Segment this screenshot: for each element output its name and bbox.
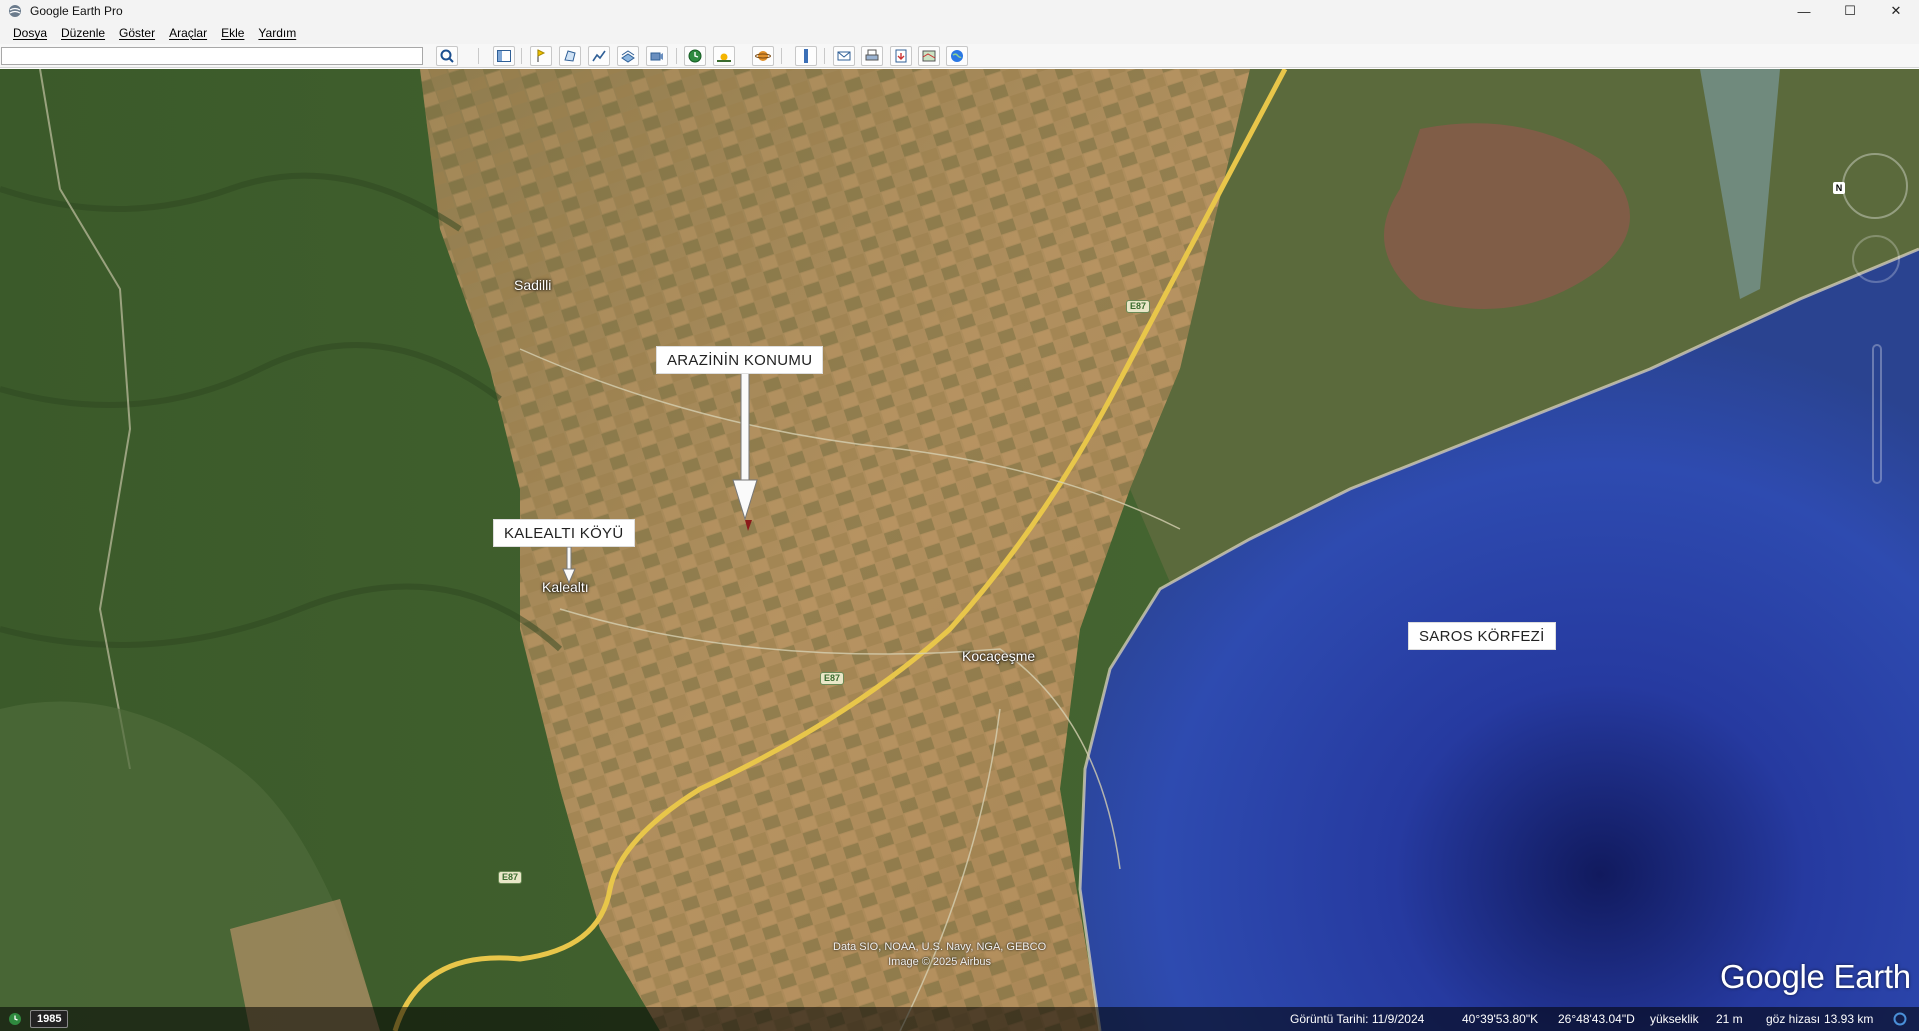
path-icon [592, 50, 606, 62]
map-viewport[interactable]: ARAZİNİN KONUMU KALEALTI KÖYÜ SAROS KÖRF… [0, 69, 1919, 1031]
elevation-value: 21 m [1716, 1012, 1743, 1026]
sunlight-icon [717, 53, 731, 62]
add-path-button[interactable] [588, 46, 610, 66]
status-bar: 1985 Görüntü Tarihi: 11/9/2024 40°39'53.… [0, 1007, 1919, 1031]
menu-edit[interactable]: Düzenle [54, 22, 112, 44]
historical-imagery-icon[interactable] [8, 1012, 22, 1026]
save-image-button[interactable] [890, 46, 912, 66]
credits-line-image: Image © 2025 Airbus [888, 956, 991, 968]
earth-gallery-icon [951, 50, 963, 62]
earth-gallery-button[interactable] [946, 46, 968, 66]
window-title: Google Earth Pro [30, 4, 123, 18]
toolbar-separator [676, 48, 677, 64]
longitude-readout: 26°48'43.04"D [1558, 1012, 1635, 1026]
maximize-button[interactable]: ☐ [1827, 0, 1873, 22]
polygon-icon [564, 50, 576, 62]
add-polygon-button[interactable] [559, 46, 581, 66]
menu-tools[interactable]: Araçlar [162, 22, 214, 44]
menu-help[interactable]: Yardım [251, 22, 303, 44]
place-kocacesme[interactable]: Kocaçeşme [962, 648, 1035, 664]
save-image-icon [895, 49, 907, 63]
satellite-imagery [0, 69, 1919, 1031]
compass-north-icon[interactable]: N [1833, 182, 1845, 194]
menu-bar: Dosya Düzenle Göster Araçlar Ekle Yardım [0, 22, 1919, 44]
eye-altitude-value: 13.93 km [1824, 1012, 1874, 1026]
window-controls: — ☐ ✕ [1781, 0, 1919, 22]
email-icon [837, 51, 851, 61]
google-earth-logo: Google Earth [1720, 958, 1911, 995]
minimize-button[interactable]: — [1781, 0, 1827, 22]
toolbar-separator [781, 48, 782, 64]
historical-imagery-icon [688, 49, 702, 63]
elevation-label: yükseklik [1650, 1012, 1699, 1026]
latitude-readout: 40°39'53.80"K [1462, 1012, 1539, 1026]
sidebar-toggle-icon [497, 50, 511, 62]
placemark-icon [537, 49, 546, 62]
label-land-location[interactable]: ARAZİNİN KONUMU [656, 346, 824, 374]
title-bar: Google Earth Pro — ☐ ✕ [0, 0, 1919, 22]
planets-icon [755, 51, 771, 61]
planets-button[interactable] [752, 46, 774, 66]
menu-file[interactable]: Dosya [6, 22, 54, 44]
move-joystick[interactable] [1852, 235, 1900, 283]
zoom-slider[interactable] [1872, 344, 1882, 484]
sidebar-toggle-button[interactable] [493, 46, 515, 66]
historical-year-badge[interactable]: 1985 [30, 1010, 69, 1028]
imagery-credits: Data SIO, NOAA, U.S. Navy, NGA, GEBCO Im… [833, 940, 1046, 970]
place-kalealti[interactable]: Kalealtı [542, 579, 589, 595]
place-sadilli[interactable]: Sadilli [514, 277, 551, 293]
image-overlay-icon [621, 50, 635, 63]
historical-imagery-button[interactable] [684, 46, 706, 66]
toolbar-separator [521, 48, 522, 64]
toolbar [0, 44, 1919, 68]
ruler-icon [804, 49, 808, 63]
search-button[interactable] [436, 46, 458, 66]
road-shield-e87: E87 [820, 672, 845, 685]
google-earth-app-icon [8, 4, 22, 18]
sunlight-button[interactable] [713, 46, 735, 66]
email-button[interactable] [833, 46, 855, 66]
search-input[interactable] [1, 47, 423, 65]
record-tour-button[interactable] [646, 46, 668, 66]
print-button[interactable] [861, 46, 883, 66]
toolbar-separator [478, 48, 479, 64]
imagery-date: Görüntü Tarihi: 11/9/2024 [1290, 1012, 1425, 1026]
label-saros-gulf[interactable]: SAROS KÖRFEZİ [1408, 622, 1556, 650]
credits-line-data: Data SIO, NOAA, U.S. Navy, NGA, GEBCO [833, 941, 1047, 953]
menu-add[interactable]: Ekle [214, 22, 251, 44]
toolbar-separator [824, 48, 825, 64]
ruler-button[interactable] [795, 46, 817, 66]
road-shield-e87: E87 [498, 871, 523, 884]
close-button[interactable]: ✕ [1873, 0, 1919, 22]
view-in-maps-icon [922, 50, 936, 62]
view-in-maps-button[interactable] [918, 46, 940, 66]
eye-altitude-label: göz hizası [1766, 1012, 1821, 1026]
add-placemark-button[interactable] [530, 46, 552, 66]
label-kalealti-village[interactable]: KALEALTI KÖYÜ [493, 519, 635, 547]
add-image-overlay-button[interactable] [617, 46, 639, 66]
road-shield-e87: E87 [1126, 300, 1151, 313]
search-icon [440, 49, 454, 63]
record-tour-icon [650, 52, 663, 61]
streaming-status-icon [1893, 1012, 1907, 1026]
menu-view[interactable]: Göster [112, 22, 162, 44]
print-icon [865, 49, 879, 61]
look-joystick[interactable] [1842, 153, 1908, 219]
